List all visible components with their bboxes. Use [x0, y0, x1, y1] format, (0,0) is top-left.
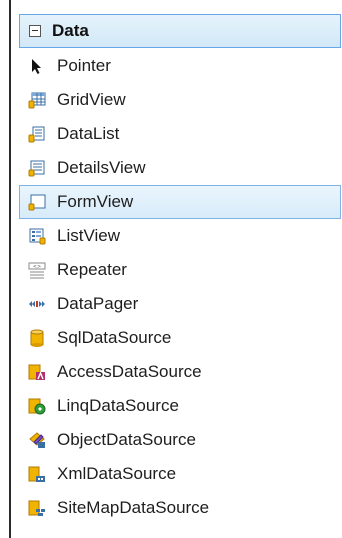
item-label: FormView — [57, 192, 134, 211]
toolbox-item-detailsview[interactable]: DetailsView — [19, 151, 341, 185]
item-label: DataList — [57, 124, 120, 143]
toolbox-item-listview[interactable]: ListView — [19, 219, 341, 253]
toolbox-item-repeater[interactable]: <> Repeater — [19, 253, 341, 287]
toolbox-item-accessdatasource[interactable]: AccessDataSource — [19, 355, 341, 389]
datalist-icon — [28, 125, 46, 143]
toolbox-item-datapager[interactable]: DataPager — [19, 287, 341, 321]
group-title: Data — [52, 21, 89, 40]
listview-icon — [28, 227, 46, 245]
item-label: XmlDataSource — [57, 464, 177, 483]
toolbox-item-sitemapdatasource[interactable]: SiteMapDataSource — [19, 491, 341, 525]
repeater-icon: <> — [28, 261, 46, 279]
toolbox-item-objectdatasource[interactable]: ObjectDataSource — [19, 423, 341, 457]
toolbox-item-gridview[interactable]: GridView — [19, 83, 341, 117]
svg-text:<>: <> — [33, 264, 41, 270]
toolbox-item-xmldatasource[interactable]: XmlDataSource — [19, 457, 341, 491]
item-label: AccessDataSource — [57, 362, 202, 381]
item-label: Repeater — [57, 260, 127, 279]
group-header-data[interactable]: Data — [19, 14, 341, 48]
item-label: ObjectDataSource — [57, 430, 196, 449]
toolbox-item-formview[interactable]: FormView — [19, 185, 341, 219]
sqldatasource-icon — [28, 329, 46, 347]
linqdatasource-icon — [28, 397, 46, 415]
item-label: DataPager — [57, 294, 139, 313]
panel-border — [9, 0, 11, 538]
item-label: DetailsView — [57, 158, 146, 177]
formview-icon — [28, 193, 46, 211]
item-label: SqlDataSource — [57, 328, 172, 347]
accessdatasource-icon — [28, 363, 46, 381]
toolbox-item-sqldatasource[interactable]: SqlDataSource — [19, 321, 341, 355]
xmldatasource-icon — [28, 465, 46, 483]
pointer-icon — [28, 57, 46, 75]
toolbox-item-pointer[interactable]: Pointer — [19, 49, 341, 83]
item-label: Pointer — [57, 56, 111, 75]
item-label: LinqDataSource — [57, 396, 179, 415]
sitemapdatasource-icon — [28, 499, 46, 517]
item-label: SiteMapDataSource — [57, 498, 210, 517]
item-label: ListView — [57, 226, 120, 245]
toolbox-item-datalist[interactable]: DataList — [19, 117, 341, 151]
objectdatasource-icon — [28, 431, 46, 449]
collapse-icon[interactable] — [29, 25, 41, 37]
item-label: GridView — [57, 90, 126, 109]
toolbox-item-linqdatasource[interactable]: LinqDataSource — [19, 389, 341, 423]
datapager-icon — [28, 295, 46, 313]
gridview-icon — [28, 91, 46, 109]
detailsview-icon — [28, 159, 46, 177]
